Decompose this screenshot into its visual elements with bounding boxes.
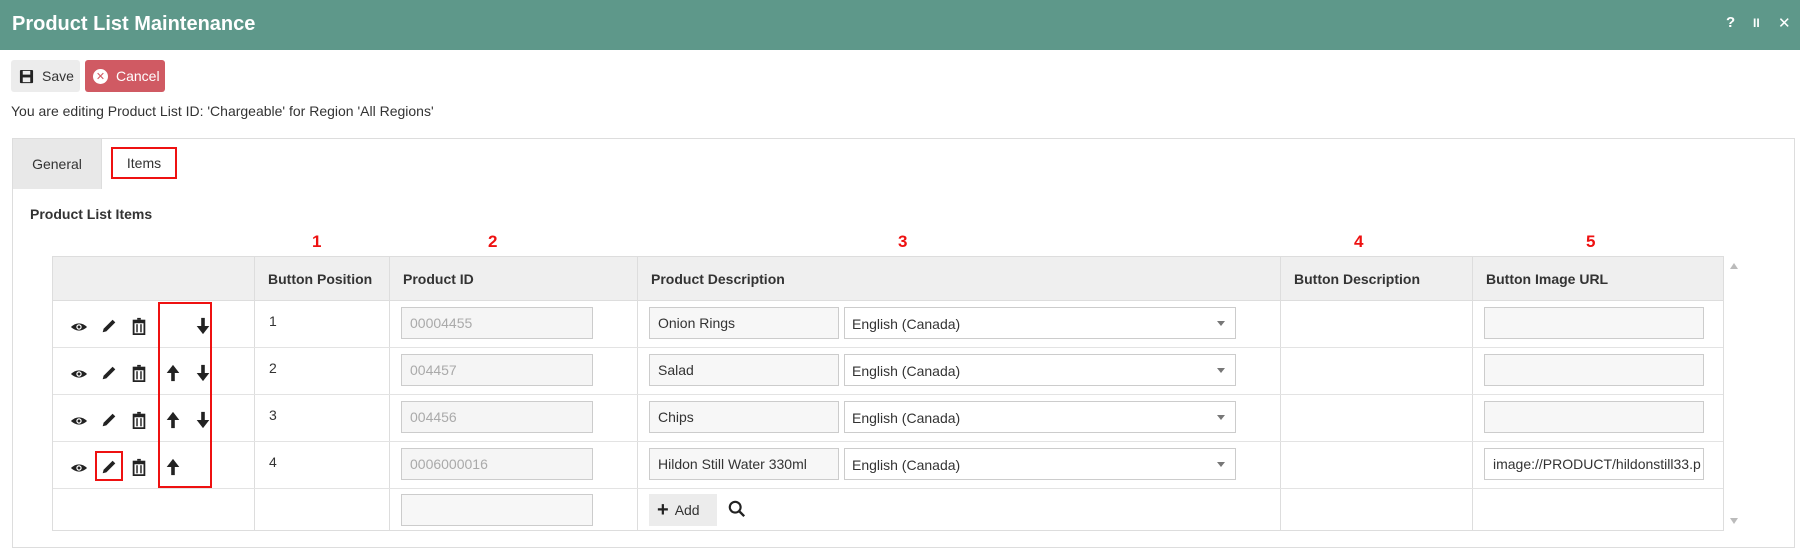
tab-general[interactable]: General [13, 139, 102, 189]
description-field[interactable]: Hildon Still Water 330ml [649, 448, 839, 480]
language-select[interactable]: English (Canada) [844, 307, 1236, 339]
tab-items[interactable]: Items [111, 147, 177, 179]
table-scrollbar[interactable] [1726, 257, 1742, 530]
trash-icon[interactable] [130, 411, 148, 429]
language-value: English (Canada) [852, 457, 961, 473]
image-url-field[interactable] [1484, 401, 1704, 433]
window-title: Product List Maintenance [12, 13, 256, 35]
column-annotation-5: 5 [1586, 232, 1596, 251]
save-label: Save [42, 68, 74, 84]
cancel-button[interactable]: ✕ Cancel [85, 60, 165, 92]
section-title: Product List Items [30, 206, 153, 222]
header-button-description[interactable]: Button Description [1294, 271, 1420, 287]
position-cell: 4 [269, 454, 277, 470]
save-icon [19, 69, 34, 83]
reorder-arrows-highlight [158, 302, 212, 488]
position-cell: 3 [269, 407, 277, 423]
image-url-field[interactable]: image://PRODUCT/hildonstill33.p [1484, 448, 1704, 480]
position-cell: 1 [269, 313, 277, 329]
edit-highlight [95, 451, 123, 481]
chevron-down-icon [1217, 415, 1225, 420]
product-id-field[interactable]: 00004455 [401, 307, 593, 339]
image-url-field[interactable] [1484, 307, 1704, 339]
add-button[interactable]: + Add [649, 494, 717, 526]
header-button-image-url[interactable]: Button Image URL [1486, 271, 1608, 287]
column-annotation-4: 4 [1354, 232, 1364, 251]
product-id-field[interactable]: 004457 [401, 354, 593, 386]
position-cell: 2 [269, 360, 277, 376]
header-product-id[interactable]: Product ID [403, 271, 474, 287]
save-button[interactable]: Save [11, 60, 80, 92]
product-id-field[interactable]: 0006000016 [401, 448, 593, 480]
image-url-field[interactable] [1484, 354, 1704, 386]
description-field[interactable]: Chips [649, 401, 839, 433]
language-select[interactable]: English (Canada) [844, 448, 1236, 480]
header-product-description[interactable]: Product Description [651, 271, 785, 287]
chevron-down-icon [1217, 368, 1225, 373]
pencil-icon[interactable] [100, 317, 118, 335]
language-value: English (Canada) [852, 410, 961, 426]
description-field[interactable]: Onion Rings [649, 307, 839, 339]
scroll-down-icon[interactable] [1730, 518, 1738, 524]
chevron-down-icon [1217, 462, 1225, 467]
chevron-down-icon [1217, 321, 1225, 326]
language-value: English (Canada) [852, 316, 961, 332]
header-button-position[interactable]: Button Position [268, 271, 372, 287]
plus-icon: + [657, 498, 669, 521]
new-product-id-field[interactable] [401, 494, 593, 526]
eye-icon[interactable] [70, 365, 88, 383]
language-select[interactable]: English (Canada) [844, 401, 1236, 433]
pencil-icon[interactable] [100, 364, 118, 382]
product-id-field[interactable]: 004456 [401, 401, 593, 433]
trash-icon[interactable] [130, 458, 148, 476]
cancel-label: Cancel [116, 68, 160, 84]
trash-icon[interactable] [130, 317, 148, 335]
language-value: English (Canada) [852, 363, 961, 379]
column-annotation-2: 2 [488, 232, 498, 251]
pause-icon[interactable]: II [1753, 16, 1760, 30]
description-field[interactable]: Salad [649, 354, 839, 386]
eye-icon[interactable] [70, 412, 88, 430]
cancel-icon: ✕ [93, 68, 108, 84]
edit-info-text: You are editing Product List ID: 'Charge… [11, 103, 434, 119]
add-label: Add [674, 502, 700, 518]
pencil-icon[interactable] [100, 411, 118, 429]
column-annotation-3: 3 [898, 232, 908, 251]
eye-icon[interactable] [70, 459, 88, 477]
title-bar: Product List Maintenance ? II ✕ [0, 0, 1800, 50]
search-icon[interactable] [728, 500, 746, 518]
column-annotation-1: 1 [312, 232, 322, 251]
scroll-up-icon[interactable] [1730, 263, 1738, 269]
trash-icon[interactable] [130, 364, 148, 382]
eye-icon[interactable] [70, 318, 88, 336]
help-icon[interactable]: ? [1726, 14, 1735, 31]
close-icon[interactable]: ✕ [1778, 14, 1791, 32]
language-select[interactable]: English (Canada) [844, 354, 1236, 386]
items-table: Button Position Product ID Product Descr… [52, 256, 1724, 531]
